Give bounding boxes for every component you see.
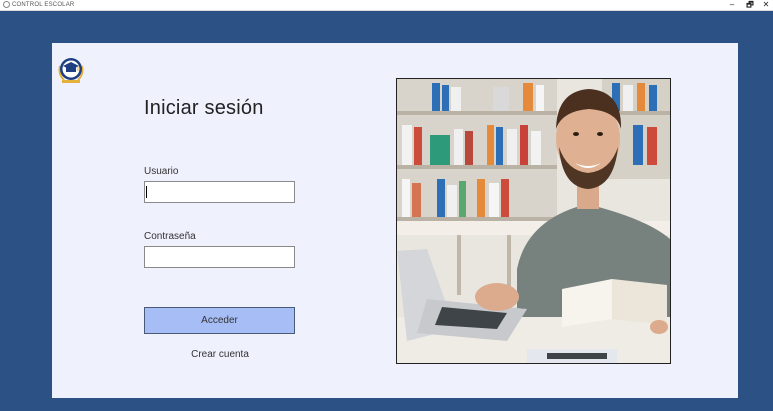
password-field[interactable]	[144, 246, 295, 268]
header-band	[0, 11, 773, 43]
minimize-button[interactable]: –	[727, 0, 737, 10]
window-title-bar: CONTROL ESCOLAR – 🗗 ✕	[0, 0, 773, 11]
text-caret	[146, 186, 147, 198]
username-field[interactable]	[144, 181, 295, 203]
create-account-link[interactable]: Crear cuenta	[180, 349, 260, 360]
app-icon	[3, 0, 10, 8]
close-button[interactable]: ✕	[761, 0, 771, 10]
student-photo	[396, 78, 671, 364]
password-label: Contraseña	[144, 231, 196, 242]
school-logo	[54, 52, 88, 86]
page-title: Iniciar sesión	[144, 97, 264, 119]
graduation-cap-icon	[58, 58, 84, 83]
login-button[interactable]: Acceder	[144, 307, 295, 334]
username-label: Usuario	[144, 166, 179, 177]
maximize-button[interactable]: 🗗	[745, 0, 755, 10]
window-title: CONTROL ESCOLAR	[3, 0, 74, 10]
window-title-text: CONTROL ESCOLAR	[12, 2, 75, 8]
